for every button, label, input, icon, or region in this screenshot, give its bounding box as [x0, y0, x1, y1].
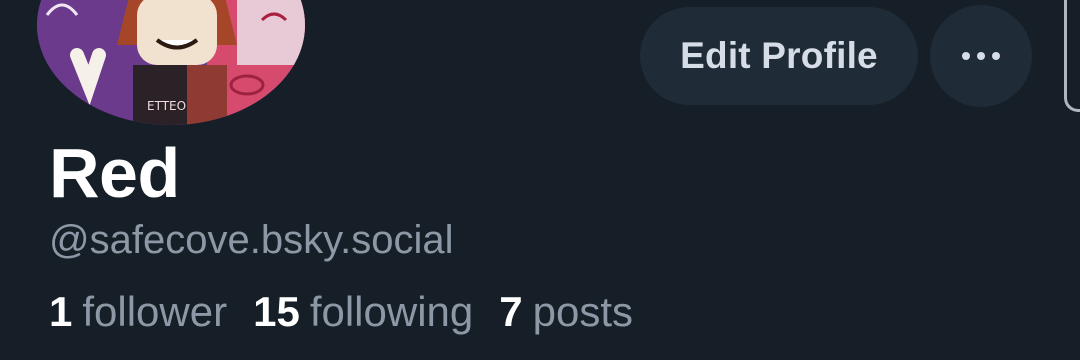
edit-profile-button[interactable]: Edit Profile — [640, 7, 918, 105]
profile-stats: 1 follower 15 following 7 posts — [49, 291, 659, 333]
posts-stat: 7 posts — [499, 291, 633, 333]
posts-label: posts — [532, 288, 633, 335]
display-name: Red — [49, 134, 180, 212]
cartoon-avatar-icon: ETTEO — [37, 0, 305, 125]
avatar[interactable]: ETTEO — [37, 0, 305, 125]
svg-text:ETTEO: ETTEO — [147, 99, 186, 113]
posts-count: 7 — [499, 288, 523, 335]
followers-label: follower — [82, 288, 228, 335]
following-stat[interactable]: 15 following — [253, 291, 473, 333]
more-options-button[interactable] — [930, 5, 1032, 107]
following-label: following — [309, 288, 474, 335]
more-dots-icon — [962, 52, 1000, 60]
following-count: 15 — [253, 288, 300, 335]
followers-count: 1 — [49, 288, 73, 335]
edge-divider — [1064, 0, 1080, 112]
profile-handle: @safecove.bsky.social — [49, 218, 454, 262]
followers-stat[interactable]: 1 follower — [49, 291, 227, 333]
